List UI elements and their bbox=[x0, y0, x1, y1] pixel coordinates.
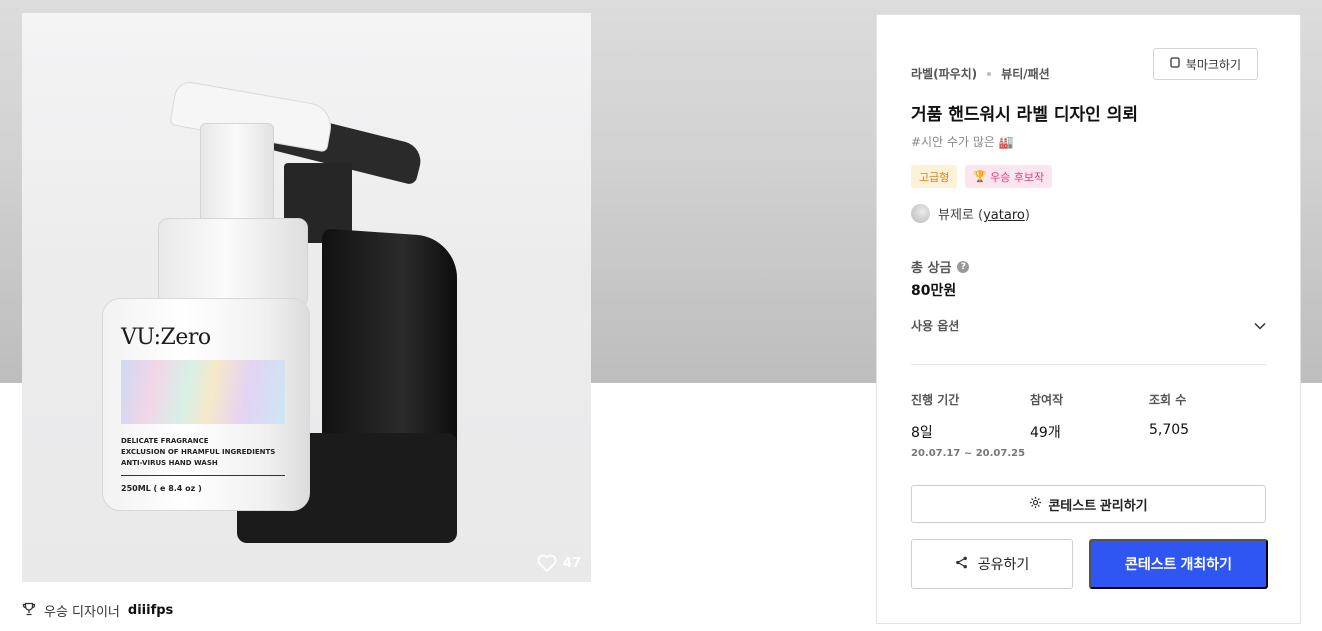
like-count: 47 bbox=[562, 555, 581, 571]
bookmark-label: 북마크하기 bbox=[1185, 57, 1241, 72]
share-icon bbox=[955, 556, 968, 572]
bookmark-icon bbox=[1170, 57, 1180, 71]
bottle-volume: 250ML ( e 8.4 oz ) bbox=[121, 484, 202, 493]
options-label: 사용 옵션 bbox=[911, 319, 960, 333]
contest-info-panel: 라벨(파우치) 뷰티/패션 북마크하기 거품 핸드워시 라벨 디자인 의뢰 #시… bbox=[876, 14, 1301, 624]
winner-candidate-badge: 🏆 우승 후보작 bbox=[965, 165, 1053, 188]
contest-title: 거품 핸드워시 라벨 디자인 의뢰 bbox=[911, 105, 1138, 125]
host-name: 뷰제로 (yataro) bbox=[938, 208, 1030, 223]
stat-period: 진행 기간 8일 20.07.17 ~ 20.07.25 bbox=[911, 391, 1030, 459]
host-contest-button[interactable]: 콘테스트 개최하기 bbox=[1089, 539, 1268, 589]
bottle-cap bbox=[158, 218, 308, 308]
breadcrumb-separator bbox=[987, 71, 992, 76]
contest-stats: 진행 기간 8일 20.07.17 ~ 20.07.25 참여작 49개 조회 … bbox=[911, 391, 1268, 459]
contest-image[interactable]: VU:Zero DELICATE FRAGRANCE EXCLUSION OF … bbox=[22, 13, 591, 582]
trophy-icon bbox=[22, 602, 36, 620]
like-button[interactable]: 47 bbox=[537, 554, 581, 572]
winner-name[interactable]: diiifps bbox=[128, 603, 173, 618]
winner-label: 우승 디자이너 bbox=[44, 605, 120, 620]
holographic-panel bbox=[121, 360, 285, 424]
category-primary[interactable]: 라벨(파우치) bbox=[911, 65, 977, 82]
share-button[interactable]: 공유하기 bbox=[911, 539, 1073, 589]
bottle-label: VU:Zero DELICATE FRAGRANCE EXCLUSION OF … bbox=[102, 298, 310, 511]
winner-designer: 우승 디자이너 diiifps bbox=[22, 601, 173, 620]
gear-icon bbox=[1029, 496, 1042, 512]
heart-icon bbox=[537, 554, 557, 572]
chevron-down-icon bbox=[1254, 319, 1266, 333]
host-username-link[interactable]: yataro bbox=[983, 208, 1025, 223]
bottle-brand: VU:Zero bbox=[121, 325, 211, 350]
bottle-description: DELICATE FRAGRANCE EXCLUSION OF HRAMFUL … bbox=[121, 437, 276, 467]
contest-tag: #시안 수가 많은 🏭 bbox=[911, 135, 1014, 149]
period-dates: 20.07.17 ~ 20.07.25 bbox=[911, 448, 1026, 459]
bottle-stem bbox=[200, 123, 274, 233]
bookmark-button[interactable]: 북마크하기 bbox=[1152, 48, 1258, 80]
manage-contest-button[interactable]: 콘테스트 관리하기 bbox=[911, 485, 1266, 523]
stat-views: 조회 수 5,705 bbox=[1149, 393, 1190, 438]
prize-value: 80만원 bbox=[911, 283, 957, 299]
premium-badge: 고급형 bbox=[911, 165, 958, 188]
stat-entries: 참여작 49개 bbox=[1030, 393, 1064, 441]
help-icon[interactable]: ? bbox=[957, 260, 970, 273]
breadcrumb: 라벨(파우치) 뷰티/패션 bbox=[911, 65, 1050, 82]
trophy-icon: 🏆 bbox=[973, 170, 988, 183]
divider bbox=[911, 364, 1266, 365]
category-secondary[interactable]: 뷰티/패션 bbox=[1001, 65, 1050, 82]
badge-list: 고급형 🏆 우승 후보작 bbox=[911, 165, 1053, 188]
avatar bbox=[911, 204, 930, 223]
contest-host: 뷰제로 (yataro) bbox=[911, 204, 1030, 223]
prize-label: 총 상금 ? bbox=[911, 257, 970, 276]
bottle-divider bbox=[121, 475, 285, 476]
options-dropdown[interactable]: 사용 옵션 bbox=[911, 317, 1266, 334]
